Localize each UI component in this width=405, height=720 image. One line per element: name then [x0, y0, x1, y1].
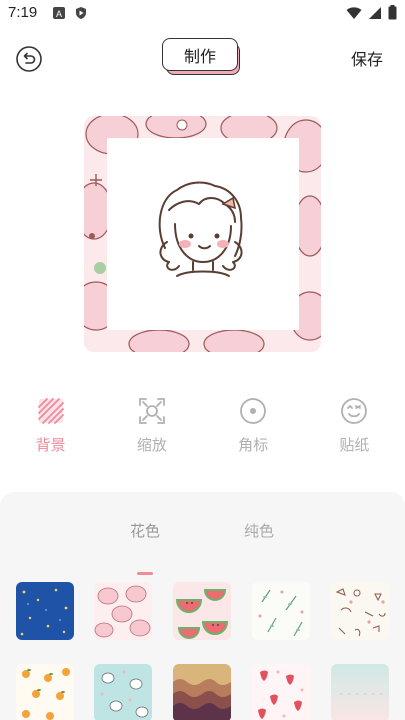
wifi-icon [346, 6, 362, 19]
smiley-sticker-icon [341, 398, 368, 424]
status-left-icons: A [52, 6, 88, 20]
back-button[interactable] [14, 44, 44, 74]
top-bar: 制作 保存 [0, 30, 405, 86]
swatch-pastel-gradient[interactable] [331, 664, 389, 720]
girl-avatar-illustration [158, 181, 243, 277]
notification-a-icon: A [53, 7, 65, 19]
avatar-canvas[interactable] [107, 138, 299, 330]
tool-label: 缩放 [136, 436, 167, 454]
swatch-strawberry[interactable] [252, 664, 310, 720]
tab-solid-color[interactable]: 纯色 [244, 520, 274, 541]
swatch-doodle-scatter[interactable] [331, 582, 389, 640]
avatar-preview [84, 116, 321, 352]
stripes-icon [37, 398, 64, 424]
signal-icon [369, 6, 381, 19]
tab-indicator [137, 572, 153, 575]
save-button[interactable]: 保存 [351, 46, 383, 70]
tool-corner-mark[interactable]: 角标 [203, 396, 304, 466]
panel-tabs: 花色 纯色 [0, 520, 405, 575]
tab-pattern[interactable]: 花色 [130, 520, 160, 541]
battery-icon [388, 5, 397, 20]
undo-circle-icon [16, 46, 42, 72]
shield-play-icon [76, 7, 86, 19]
swatch-watermelon[interactable] [173, 582, 231, 640]
scale-frame-icon [138, 398, 165, 424]
swatch-wave-layers[interactable] [173, 664, 231, 720]
title-tab[interactable]: 制作 [162, 38, 242, 76]
page-title: 制作 [162, 38, 238, 71]
tool-label: 角标 [238, 436, 269, 454]
corner-mark-icon [240, 398, 267, 424]
swatch-teal-cats[interactable] [94, 664, 152, 720]
status-bar: 7:19 A [0, 0, 405, 28]
status-time: 7:19 [8, 4, 38, 21]
tool-bar: 背景 缩放 角标 贴纸 [0, 396, 405, 466]
tool-label: 贴纸 [339, 436, 370, 454]
svg-text:A: A [56, 9, 62, 19]
status-right-icons [346, 5, 397, 20]
tool-sticker[interactable]: 贴纸 [304, 396, 405, 466]
swatch-leaf-sprigs[interactable] [252, 582, 310, 640]
background-panel: 花色 纯色 [0, 492, 405, 720]
tool-scale[interactable]: 缩放 [101, 396, 202, 466]
tool-label: 背景 [35, 436, 66, 454]
swatch-pink-bubbles[interactable] [94, 582, 152, 640]
swatch-orange-fruit[interactable] [16, 664, 74, 720]
tool-background[interactable]: 背景 [0, 396, 101, 466]
swatch-blue-starry[interactable] [16, 582, 74, 640]
